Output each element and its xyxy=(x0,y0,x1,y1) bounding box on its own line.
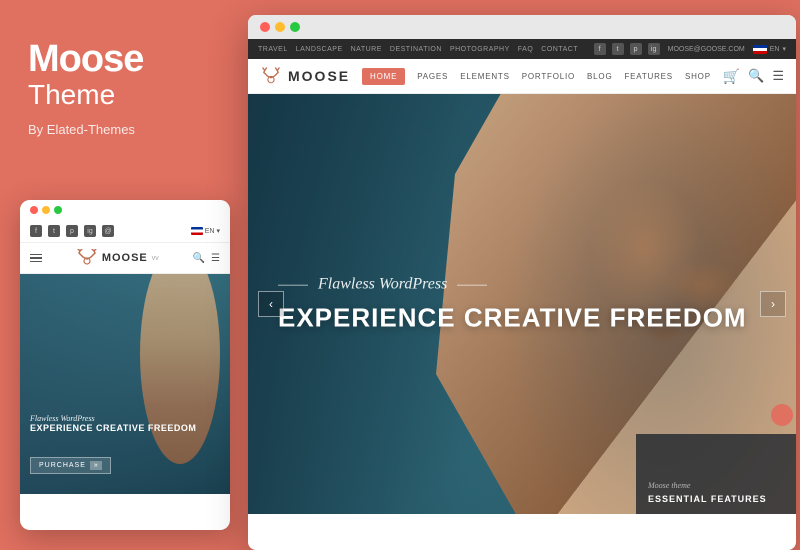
topbar-link-landscape[interactable]: LANDSCAPE xyxy=(296,46,343,53)
mobile-purchase-arrow-icon: » xyxy=(90,461,102,470)
chevron-right-icon: › xyxy=(771,297,775,311)
mobile-hero: Flawless WordPress EXPERIENCE CREATIVE F… xyxy=(20,274,230,494)
desktop-pinterest-icon[interactable]: p xyxy=(630,43,642,55)
hero-title-text: EXPERIENCE CREATIVE FREEDOM xyxy=(278,304,747,333)
site-logo-text: MOOSE xyxy=(288,68,350,84)
brand-name: Moose xyxy=(28,40,220,78)
hero-flawless-text: Flawless WordPress xyxy=(278,276,747,294)
topbar-link-destination[interactable]: DESTINATION xyxy=(390,46,442,53)
hero-content: Flawless WordPress EXPERIENCE CREATIVE F… xyxy=(278,276,747,333)
nav-item-features[interactable]: FEATURES xyxy=(624,72,672,81)
nav-item-elements[interactable]: ELEMENTS xyxy=(460,72,510,81)
mobile-search-icon[interactable]: 🔍 xyxy=(193,253,205,264)
desktop-titlebar xyxy=(248,15,796,39)
pinterest-icon: p xyxy=(66,225,78,237)
topbar-link-photography[interactable]: PHOTOGRAPHY xyxy=(450,46,510,53)
lang-chevron: ▾ xyxy=(216,227,220,235)
nav-item-blog[interactable]: BLOG xyxy=(587,72,612,81)
topbar-language[interactable]: EN ▾ xyxy=(753,45,786,54)
desktop-dot-green xyxy=(290,22,300,32)
brand-subtitle: Theme xyxy=(28,78,220,112)
topbar-social-icons: f t p ig xyxy=(594,43,660,55)
mobile-menu-icon[interactable]: ☰ xyxy=(211,253,220,264)
desktop-dot-yellow xyxy=(275,22,285,32)
nav-item-shop[interactable]: SHOP xyxy=(685,72,711,81)
hamburger-icon[interactable] xyxy=(30,254,42,263)
topbar-link-contact[interactable]: CONTACT xyxy=(541,46,578,53)
cart-icon[interactable]: 🛒 xyxy=(723,68,740,85)
mobile-nav: f t p ig @ EN ▾ xyxy=(20,220,230,243)
left-panel: Moose Theme By Elated-Themes f t p ig @ … xyxy=(0,0,248,550)
desktop-dot-red xyxy=(260,22,270,32)
site-topbar: TRAVEL LANDSCAPE NATURE DESTINATION PHOT… xyxy=(248,39,796,59)
twitter-icon: t xyxy=(48,225,60,237)
cart-wrapper[interactable]: 🛒 xyxy=(723,68,740,85)
topbar-link-nature[interactable]: NATURE xyxy=(351,46,382,53)
mobile-dot-yellow xyxy=(42,206,50,214)
topbar-link-faq[interactable]: FAQ xyxy=(518,46,534,53)
mobile-purchase-label: PURCHASE xyxy=(39,462,86,469)
desktop-facebook-icon[interactable]: f xyxy=(594,43,606,55)
site-hero: Flawless WordPress EXPERIENCE CREATIVE F… xyxy=(248,94,796,514)
flag-icon xyxy=(191,227,203,235)
nav-item-home[interactable]: HOME xyxy=(362,68,405,85)
mobile-header: MOOSE vv 🔍 ☰ xyxy=(20,243,230,274)
mobile-dot-red xyxy=(30,206,38,214)
desktop-instagram-icon[interactable]: ig xyxy=(648,43,660,55)
topbar-flag-icon xyxy=(753,45,767,54)
instagram-icon: ig xyxy=(84,225,96,237)
desktop-twitter-icon[interactable]: t xyxy=(612,43,624,55)
mobile-mockup: f t p ig @ EN ▾ MOOSE xyxy=(20,200,230,530)
site-logo: MOOSE xyxy=(260,67,350,85)
topbar-nav: TRAVEL LANDSCAPE NATURE DESTINATION PHOT… xyxy=(258,46,578,53)
email-icon: @ xyxy=(102,225,114,237)
topbar-lang-label: EN xyxy=(770,46,780,53)
chevron-left-icon: ‹ xyxy=(269,297,273,311)
menu-icon[interactable]: ☰ xyxy=(772,68,784,84)
brand-by: By Elated-Themes xyxy=(28,122,220,137)
mobile-dot-green xyxy=(54,206,62,214)
mobile-language: EN ▾ xyxy=(191,227,220,235)
mobile-experience-text: EXPERIENCE CREATIVE FREEDOM xyxy=(30,423,196,434)
nav-item-pages[interactable]: PAGES xyxy=(417,72,448,81)
moose-logo-icon xyxy=(76,249,98,267)
scroll-down-button[interactable] xyxy=(771,404,793,426)
lang-label: EN xyxy=(205,228,215,235)
mobile-titlebar xyxy=(20,200,230,220)
mobile-purchase-button[interactable]: PURCHASE » xyxy=(30,457,111,474)
nav-item-portfolio[interactable]: PORTFOLIO xyxy=(522,72,575,81)
mobile-header-icons: 🔍 ☰ xyxy=(193,253,220,264)
site-nav-items: HOME PAGES ELEMENTS PORTFOLIO BLOG FEATU… xyxy=(362,68,711,85)
slider-next-button[interactable]: › xyxy=(760,291,786,317)
topbar-lang-chevron: ▾ xyxy=(782,45,786,53)
mobile-logo-text: MOOSE xyxy=(102,252,148,264)
search-icon[interactable]: 🔍 xyxy=(748,68,764,84)
mobile-social-icons: f t p ig @ xyxy=(30,225,114,237)
topbar-email: MOOSE@GOOSE.COM xyxy=(668,46,745,53)
bottom-feature-panel: Moose theme ESSENTIAL FEATURES xyxy=(636,434,796,514)
mobile-logo: MOOSE vv xyxy=(76,249,159,267)
desktop-mockup: TRAVEL LANDSCAPE NATURE DESTINATION PHOT… xyxy=(248,15,796,550)
site-logo-icon xyxy=(260,67,282,85)
site-navbar: MOOSE HOME PAGES ELEMENTS PORTFOLIO BLOG… xyxy=(248,59,796,94)
mobile-logo-version: vv xyxy=(152,255,159,262)
mobile-caption: Flawless WordPress EXPERIENCE CREATIVE F… xyxy=(30,414,196,434)
slider-prev-button[interactable]: ‹ xyxy=(258,291,284,317)
topbar-link-travel[interactable]: TRAVEL xyxy=(258,46,288,53)
site-nav-icons: 🛒 🔍 ☰ xyxy=(723,68,784,85)
facebook-icon: f xyxy=(30,225,42,237)
bottom-panel-title: ESSENTIAL FEATURES xyxy=(648,494,784,504)
topbar-right: f t p ig MOOSE@GOOSE.COM EN ▾ xyxy=(594,43,786,55)
mobile-flawless-text: Flawless WordPress xyxy=(30,414,196,423)
bottom-panel-tag: Moose theme xyxy=(648,481,784,490)
